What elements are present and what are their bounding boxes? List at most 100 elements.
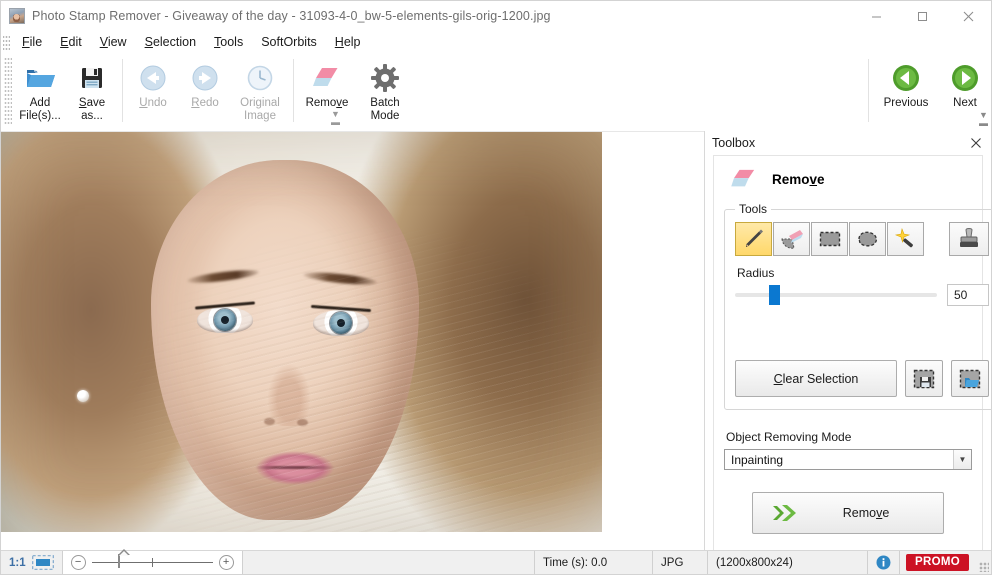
format-cell: JPG [653, 551, 709, 574]
remove-button[interactable]: Remove [752, 492, 944, 534]
save-as-button[interactable]: Save as... [66, 57, 118, 126]
green-right-arrow-icon [950, 62, 980, 94]
save-as-label: Save as... [78, 97, 106, 122]
tool-lasso[interactable] [849, 222, 886, 256]
toolbar-grip-icon[interactable] [4, 57, 12, 126]
radius-slider[interactable] [735, 284, 937, 306]
pencil-icon [745, 229, 763, 247]
toolbar-group-actions: Remove Batch Mode [298, 53, 414, 130]
tool-magic-wand[interactable] [887, 222, 924, 256]
load-selection-icon [959, 369, 981, 388]
object-removing-mode-label: Object Removing Mode [726, 430, 852, 444]
toolbox-mode-header: Remove [730, 168, 972, 190]
promo-badge[interactable]: PROMO [906, 554, 969, 571]
menu-item-file[interactable]: FFileile [13, 33, 51, 51]
radius-row: 50 [735, 284, 989, 306]
toolbar-overflow-icon[interactable]: ▼ ▬ [979, 111, 988, 128]
selection-actions-row: Clear Selection [735, 360, 989, 397]
remove-toolbar-label: Remove [305, 97, 349, 109]
menu-item-tools[interactable]: Tools [205, 33, 252, 51]
open-folder-icon [24, 62, 56, 94]
zoom-slider-track[interactable] [91, 554, 213, 568]
tool-stamp[interactable] [949, 222, 989, 256]
menu-item-view[interactable]: View [91, 33, 136, 51]
batch-mode-button[interactable]: Batch Mode [356, 57, 414, 126]
radius-slider-thumb[interactable] [769, 285, 780, 305]
window-controls [853, 1, 991, 31]
maximize-button[interactable] [899, 1, 945, 31]
lasso-icon [857, 231, 877, 247]
load-selection-button[interactable] [951, 360, 989, 397]
portrait-photo[interactable] [1, 132, 602, 532]
arrow-right-circle-icon [190, 62, 220, 94]
close-button[interactable] [945, 1, 991, 31]
menu-item-help[interactable]: Help [326, 33, 370, 51]
remove-toolbar-button[interactable]: Remove [298, 57, 356, 113]
tool-eraser[interactable] [773, 222, 810, 256]
photo-vignette [1, 132, 602, 532]
batch-mode-label: Batch Mode [370, 97, 400, 122]
menu-item-selection[interactable]: Selection [136, 33, 205, 51]
tool-rectangle-select[interactable] [811, 222, 848, 256]
toolbox-body: Remove Tools Radius 50 C lear Selection … [713, 155, 992, 550]
title-bar: Photo Stamp Remover - Giveaway of the da… [1, 1, 991, 31]
toolbar-group-overflow-icon[interactable]: ▼ ▬ [331, 110, 340, 127]
radius-label: Radius [737, 266, 775, 280]
add-files-button[interactable]: Add File(s)... [14, 57, 66, 126]
close-icon[interactable] [967, 134, 985, 152]
eraser-brush-icon [780, 230, 803, 249]
original-image-button[interactable]: Original Image [231, 57, 289, 126]
toolbox-title: Toolbox [712, 136, 756, 150]
undo-label: Undo [139, 97, 167, 109]
info-icon[interactable] [868, 551, 901, 574]
photo-icon [9, 8, 25, 24]
toolbox-mode-title: Remove [772, 171, 825, 187]
menu-grip-icon[interactable] [3, 34, 10, 50]
remove-button-wrap: Remove [724, 492, 972, 534]
next-label: Next [953, 97, 977, 109]
toolbox-panel: Toolbox Remove Tools Radius 50 C lear Se… [704, 131, 992, 550]
save-selection-button[interactable] [905, 360, 943, 397]
resize-grip-icon[interactable] [975, 551, 991, 574]
fit-to-window-icon[interactable] [31, 555, 54, 570]
zoom-ratio-cell[interactable]: 1:1 [1, 551, 63, 574]
magic-wand-icon [894, 227, 913, 248]
image-canvas[interactable] [1, 131, 704, 550]
menu-bar: FFileile Edit View Selection Tools SoftO… [1, 31, 991, 53]
clock-icon [245, 62, 275, 94]
window-title: Photo Stamp Remover - Giveaway of the da… [32, 9, 551, 23]
green-left-arrow-icon [891, 62, 921, 94]
radius-value-field[interactable]: 50 [947, 284, 989, 306]
minimize-button[interactable] [853, 1, 899, 31]
clear-selection-button[interactable]: Clear Selection [735, 360, 897, 397]
previous-button[interactable]: Previous [873, 57, 939, 113]
menu-item-softorbits[interactable]: SoftOrbits [252, 33, 326, 51]
time-cell: Time (s): 0.0 [535, 551, 654, 574]
toolbar-separator-3 [868, 59, 869, 122]
eraser-icon [312, 62, 342, 94]
zoom-slider-cell[interactable]: − + [62, 551, 243, 574]
status-bar: 1:1 − + Time (s): 0.0 JPG (1200x800x24) [1, 550, 991, 574]
previous-label: Previous [883, 97, 929, 109]
menu-item-edit[interactable]: Edit [51, 33, 91, 51]
tools-spacer [735, 306, 989, 346]
rectangle-select-icon [819, 231, 840, 247]
tools-group: Tools Radius 50 C lear Selection [724, 202, 992, 410]
main-area: Toolbox Remove Tools Radius 50 C lear Se… [1, 131, 992, 550]
save-selection-icon [913, 369, 935, 388]
toolbox-header: Toolbox [705, 131, 991, 155]
toolbar-group-navigation: Previous Next [864, 53, 991, 130]
zoom-in-button[interactable]: + [218, 555, 234, 570]
tool-row [735, 222, 989, 256]
toolbar-group-history: Undo Redo Original Image [127, 53, 289, 130]
tool-pencil[interactable] [735, 222, 772, 256]
zoom-out-button[interactable]: − [70, 555, 86, 570]
object-removing-mode-select[interactable]: Inpainting ▼ [724, 449, 972, 470]
add-files-label: Add File(s)... [19, 97, 61, 122]
green-double-arrow-icon [773, 505, 796, 521]
redo-button[interactable]: Redo [179, 57, 231, 113]
floppy-disk-icon [78, 62, 106, 94]
chevron-down-icon[interactable]: ▼ [953, 450, 971, 469]
undo-button[interactable]: Undo [127, 57, 179, 113]
next-button[interactable]: Next [939, 57, 991, 113]
